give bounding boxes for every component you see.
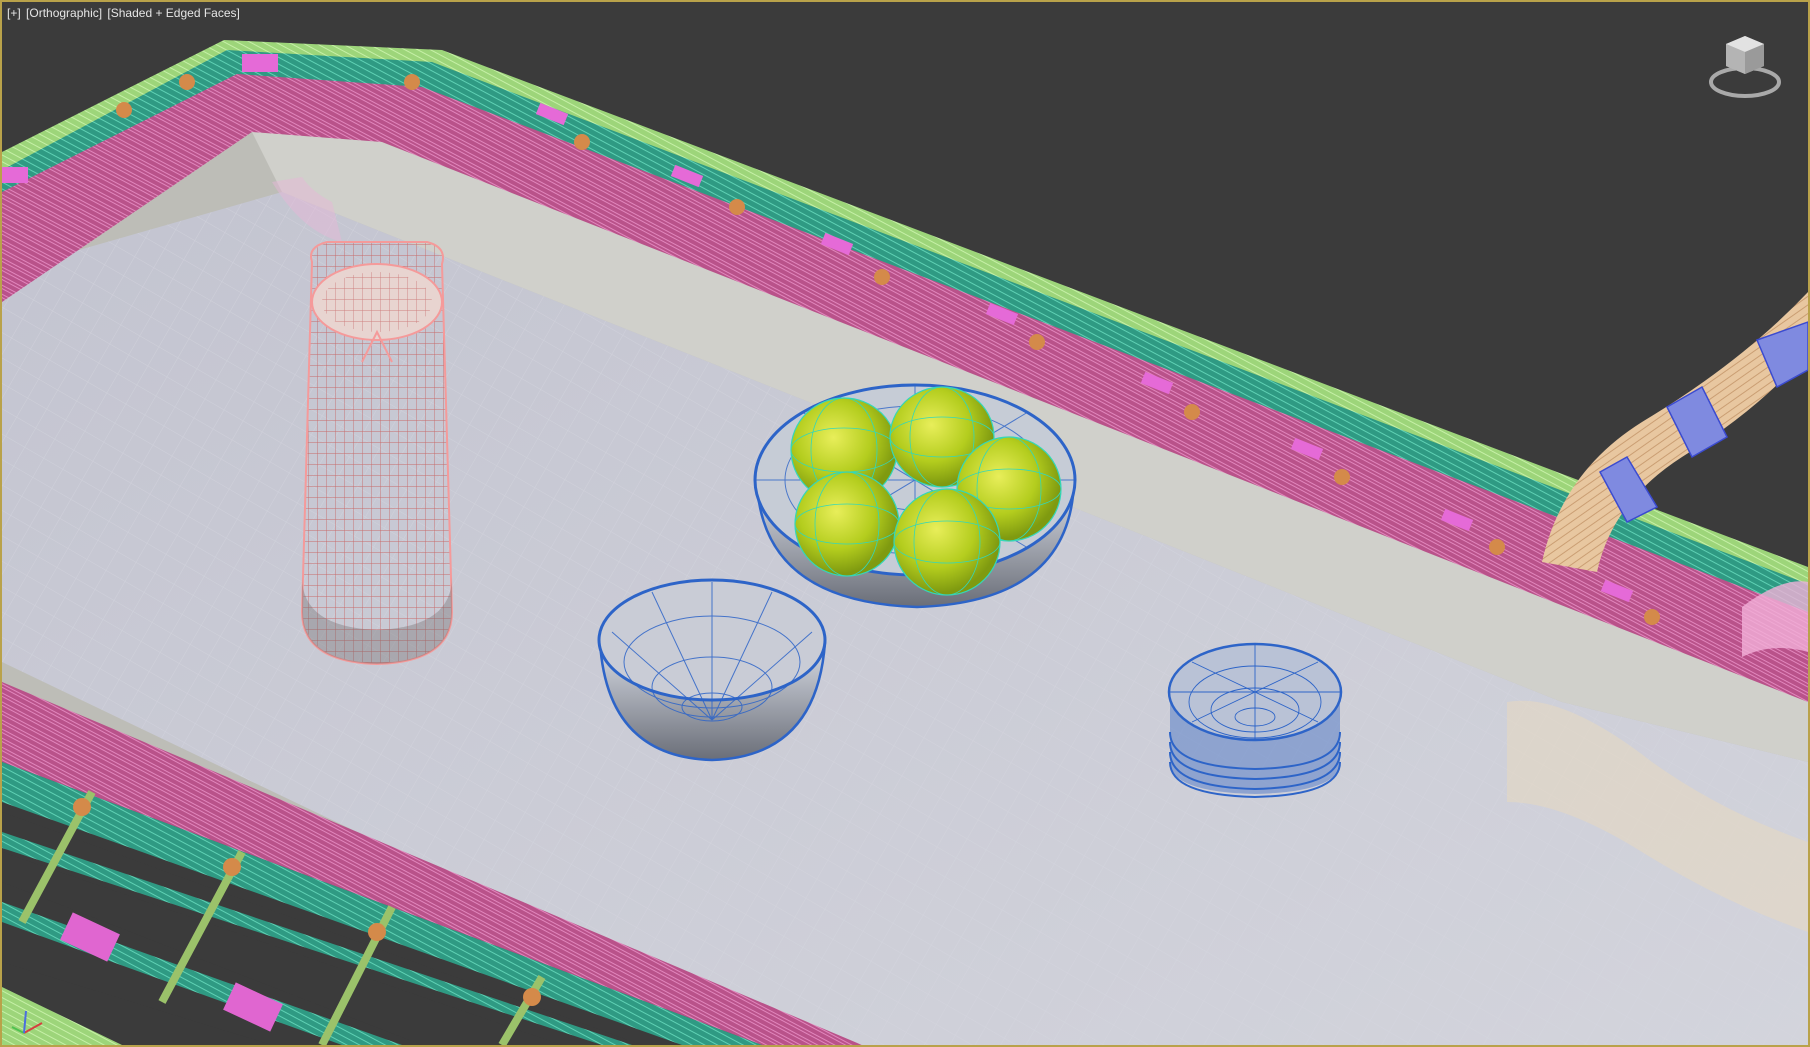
viewport-perspective[interactable]: [+] [Orthographic] [Shaded + Edged Faces… xyxy=(0,0,1810,1047)
axis-tripod-icon xyxy=(11,1010,43,1034)
vase[interactable] xyxy=(300,241,454,666)
viewport-label: [+] [Orthographic] [Shaded + Edged Faces… xyxy=(7,6,242,20)
viewport-plus-menu[interactable]: [+] xyxy=(7,6,21,20)
viewport-shading-menu[interactable]: [Shaded + Edged Faces] xyxy=(107,6,239,20)
plate-stack[interactable] xyxy=(1167,642,1343,799)
viewcube-icon[interactable] xyxy=(1704,30,1786,102)
apple-4[interactable] xyxy=(794,471,900,577)
scene-canvas[interactable] xyxy=(2,2,1808,1045)
viewport-view-menu[interactable]: [Orthographic] xyxy=(26,6,102,20)
apple-5[interactable] xyxy=(893,488,1001,596)
